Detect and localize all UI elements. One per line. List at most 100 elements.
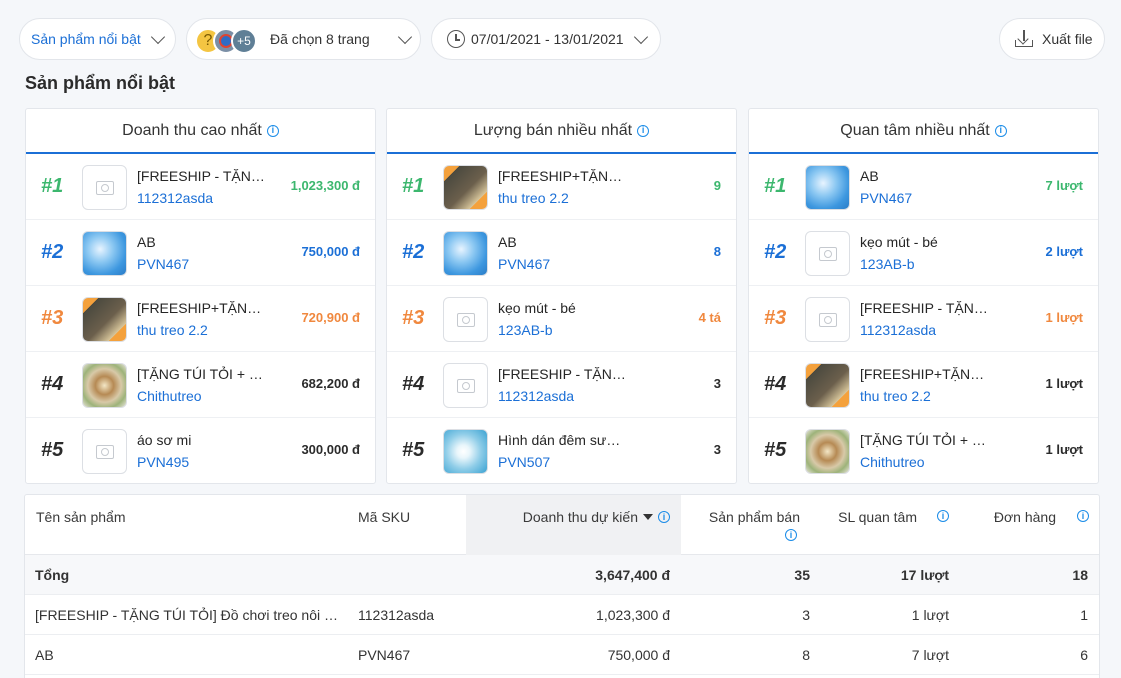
rank-label: #1 [41, 175, 64, 197]
column-header-revenue[interactable]: Doanh thu dự kiến i [466, 495, 681, 555]
rank-label: #1 [402, 175, 425, 197]
product-sku-link[interactable]: Chithutreo [137, 388, 202, 404]
rank-label: #4 [41, 373, 64, 395]
product-name: [FREESHIP+TẶNG QUÀ] Thú treo nôi [860, 366, 990, 382]
info-icon[interactable]: i [266, 124, 279, 137]
product-sku-link[interactable]: Chithutreo [860, 454, 925, 470]
product-sku-link[interactable]: PVN467 [498, 256, 550, 272]
top-revenue-card: Doanh thu cao nhất i #1 [FREESHIP - TẶNG… [25, 108, 376, 484]
ranked-product-row[interactable]: #1 [FREESHIP - TẶNG TÚI TỎI] Đồ chơi tre… [26, 154, 375, 220]
cell-sold: 3 [802, 607, 810, 623]
product-name: [TẶNG TÚI TỎI + QUÀ] Chị thú treo [137, 366, 267, 382]
column-header-sku: Mã SKU [358, 509, 411, 525]
product-name: [FREESHIP - TẶNG TÚI TỎI] Đồ chơi treo n… [860, 300, 990, 316]
product-sku-link[interactable]: 112312asda [137, 190, 213, 206]
metric-value: 750,000 đ [301, 244, 360, 259]
product-name: [FREESHIP+TẶNG QUÀ] Thú treo nôi [137, 300, 267, 316]
total-interest: 17 lượt [900, 567, 949, 583]
column-header-revenue-label: Doanh thu dự kiến [522, 509, 638, 525]
product-sku-link[interactable]: thu treo 2.2 [137, 322, 208, 338]
info-icon[interactable]: i [937, 510, 949, 522]
category-dropdown[interactable]: Sản phẩm nổi bật [19, 18, 176, 60]
product-name: [FREESHIP - TẶNG TÚI TỎI] Đồ chơi treo n… [137, 168, 267, 184]
metric-value: 682,200 đ [301, 376, 360, 391]
image-placeholder-icon [82, 165, 127, 210]
product-sku-link[interactable]: thu treo 2.2 [860, 388, 931, 404]
product-sku-link[interactable]: PVN495 [137, 454, 189, 470]
ranked-product-row[interactable]: #2 AB PVN467 8 [387, 220, 736, 286]
rank-label: #1 [764, 175, 787, 197]
product-thumbnail [805, 363, 850, 408]
table-total-row: Tổng 3,647,400 đ 35 17 lượt 18 [25, 555, 1099, 595]
product-sku-link[interactable]: 123AB-b [498, 322, 552, 338]
metric-value: 1 lượt [1045, 310, 1083, 325]
cell-interest: 1 lượt [911, 607, 949, 623]
product-sku-link[interactable]: thu treo 2.2 [498, 190, 569, 206]
product-sku-link[interactable]: PVN507 [498, 454, 550, 470]
product-thumbnail [443, 429, 488, 474]
ranked-product-row[interactable]: #3 kẹo mút - bé 123AB-b 4 tá [387, 286, 736, 352]
total-sold: 35 [794, 567, 810, 583]
ranked-product-row[interactable]: #3 [FREESHIP - TẶNG TÚI TỎI] Đồ chơi tre… [749, 286, 1098, 352]
metric-value: 3 [713, 442, 721, 457]
column-header-product-name: Tên sản phẩm [36, 509, 126, 525]
date-range-picker[interactable]: 07/01/2021 - 13/01/2021 [431, 18, 661, 60]
info-icon[interactable]: i [994, 124, 1007, 137]
rank-label: #3 [402, 307, 425, 329]
card-header: Quan tâm nhiều nhất i [749, 109, 1098, 154]
ranked-product-row[interactable]: #5 Hình dán đêm sương mù PVN507 3 [387, 418, 736, 483]
product-thumbnail [82, 297, 127, 342]
column-header-orders-label: Đơn hàng [993, 509, 1056, 525]
export-file-button[interactable]: Xuất file [999, 18, 1105, 60]
ranked-product-row[interactable]: #2 kẹo mút - bé 123AB-b 2 lượt [749, 220, 1098, 286]
info-icon[interactable]: i [785, 529, 797, 541]
product-sku-link[interactable]: 112312asda [498, 388, 574, 404]
rank-label: #4 [402, 373, 425, 395]
cell-revenue: 1,023,300 đ [596, 607, 670, 623]
ranked-product-row[interactable]: #5 [TẶNG TÚI TỎI + QUÀ] Chị thú treo Chi… [749, 418, 1098, 483]
metric-value: 3 [713, 376, 721, 391]
info-icon[interactable]: i [637, 124, 650, 137]
total-label: Tổng [35, 567, 70, 583]
product-name: AB [137, 234, 156, 250]
image-placeholder-icon [82, 429, 127, 474]
metric-value: 1,023,300 đ [290, 178, 360, 193]
table-row[interactable]: AB PVN467 750,000 đ 8 7 lượt 6 [25, 635, 1099, 675]
product-sku-link[interactable]: 123AB-b [860, 256, 914, 272]
date-range-value: 07/01/2021 - 13/01/2021 [471, 31, 624, 47]
download-icon [1015, 30, 1033, 48]
product-sku-link[interactable]: PVN467 [137, 256, 189, 272]
cell-interest: 7 lượt [911, 647, 949, 663]
ranked-product-row[interactable]: #5 áo sơ mi PVN495 300,000 đ [26, 418, 375, 483]
cell-product-name: AB [35, 647, 54, 663]
sort-descending-icon[interactable] [643, 514, 653, 520]
cell-sku: PVN467 [358, 647, 411, 663]
info-icon[interactable]: i [658, 511, 670, 523]
product-thumbnail [805, 165, 850, 210]
product-name: AB [860, 168, 879, 184]
table-row[interactable]: [FREESHIP - TẶNG TÚI TỎI] Đồ chơi treo n… [25, 595, 1099, 635]
pages-selector-label: Đã chọn 8 trang [270, 31, 370, 47]
ranked-product-row[interactable]: #2 AB PVN467 750,000 đ [26, 220, 375, 286]
product-thumbnail [82, 363, 127, 408]
column-header-interest-label: SL quan tâm [838, 509, 917, 525]
card-title: Doanh thu cao nhất [122, 121, 262, 139]
ranked-product-row[interactable]: #4 [FREESHIP - TẶNG TÚI TỎI] Đồ chơi tre… [387, 352, 736, 418]
column-header-products-sold[interactable]: Sản phẩm bán i [681, 509, 800, 541]
page-avatars: ? +5 [195, 24, 257, 54]
product-sku-link[interactable]: 112312asda [860, 322, 936, 338]
ranked-product-row[interactable]: #1 AB PVN467 7 lượt [749, 154, 1098, 220]
product-sku-link[interactable]: PVN467 [860, 190, 912, 206]
ranked-product-row[interactable]: #4 [FREESHIP+TẶNG QUÀ] Thú treo nôi thu … [749, 352, 1098, 418]
rank-label: #5 [402, 439, 425, 461]
top-sales-card: Lượng bán nhiều nhất i #1 [FREESHIP+TẶNG… [386, 108, 737, 484]
ranked-product-row[interactable]: #3 [FREESHIP+TẶNG QUÀ] Thú treo nôi thu … [26, 286, 375, 352]
image-placeholder-icon [443, 363, 488, 408]
rank-label: #5 [41, 439, 64, 461]
pages-selector[interactable]: ? +5 Đã chọn 8 trang [186, 18, 421, 60]
ranked-product-row[interactable]: #1 [FREESHIP+TẶNG QUÀ] Thú treo nôi thu … [387, 154, 736, 220]
rank-label: #2 [764, 241, 787, 263]
info-icon[interactable]: i [1077, 510, 1089, 522]
metric-value: 7 lượt [1045, 178, 1083, 193]
ranked-product-row[interactable]: #4 [TẶNG TÚI TỎI + QUÀ] Chị thú treo Chi… [26, 352, 375, 418]
